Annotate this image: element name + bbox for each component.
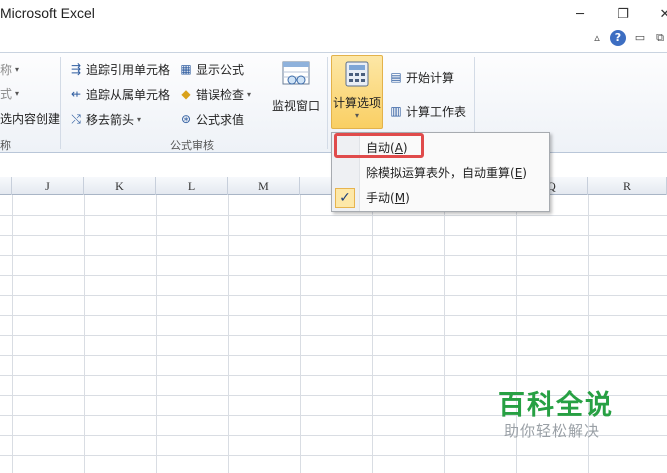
calculate-sheet-icon: ▥ bbox=[390, 104, 402, 118]
trace-dependents-label: 追踪从属单元格 bbox=[86, 87, 171, 102]
title-bar: Microsoft Excel ─ ❐ ✕ ▵ ? ▭ ⧉ bbox=[0, 0, 667, 52]
defined-name-label: 称 bbox=[0, 62, 13, 77]
trace-precedents-button[interactable]: ⇶ 追踪引用单元格 bbox=[68, 59, 170, 79]
group-divider bbox=[60, 57, 61, 149]
calculate-now-label: 开始计算 bbox=[406, 70, 455, 85]
show-formulas-icon: ▦ bbox=[180, 62, 192, 76]
restore-icon[interactable]: ❐ bbox=[614, 8, 632, 22]
trace-dependents-icon: ⇷ bbox=[70, 87, 82, 101]
grid-line bbox=[0, 215, 667, 216]
menu-item-manual[interactable]: ✓ 手动(M) bbox=[332, 186, 549, 210]
calculate-now-button[interactable]: ▤ 开始计算 bbox=[388, 67, 454, 87]
chevron-down-icon: ▾ bbox=[247, 89, 252, 99]
calculate-now-icon: ▤ bbox=[390, 70, 402, 84]
use-in-formula-label: 式 bbox=[0, 86, 13, 101]
menu-item-manual-accel: (M) bbox=[390, 191, 410, 205]
help-icon[interactable]: ? bbox=[610, 30, 626, 46]
menu-item-automatic-except-tables[interactable]: 除模拟运算表外，自动重算(E) bbox=[332, 161, 549, 185]
show-formulas-label: 显示公式 bbox=[196, 62, 245, 77]
calculate-sheet-button[interactable]: ▥ 计算工作表 bbox=[388, 101, 466, 121]
error-checking-button[interactable]: ◆ 错误检查 ▾ bbox=[178, 84, 251, 104]
doc-minimize-icon[interactable]: ▭ bbox=[632, 30, 648, 46]
watch-window-label: 监视窗口 bbox=[271, 99, 320, 113]
menu-item-auto-except-accel: (E) bbox=[510, 166, 527, 180]
grid-line bbox=[12, 195, 13, 473]
highlight-box bbox=[334, 133, 424, 158]
grid-line bbox=[0, 255, 667, 256]
calculation-options-label: 计算选项 bbox=[332, 96, 381, 110]
grid-line bbox=[0, 335, 667, 336]
evaluate-formula-label: 公式求值 bbox=[196, 112, 245, 127]
error-checking-icon: ◆ bbox=[181, 87, 191, 101]
grid-line bbox=[0, 375, 667, 376]
defined-names-group-label: 称 bbox=[0, 139, 11, 152]
checkmark-icon: ✓ bbox=[335, 188, 355, 208]
grid-line bbox=[228, 195, 229, 473]
grid-line bbox=[372, 195, 373, 473]
grid-line bbox=[0, 315, 667, 316]
watch-window-button[interactable]: 监视窗口 bbox=[270, 59, 322, 114]
column-header[interactable]: L bbox=[156, 177, 228, 195]
chevron-down-icon: ▾ bbox=[354, 111, 359, 120]
grid-line bbox=[0, 235, 667, 236]
evaluate-formula-button[interactable]: ⊛ 公式求值 bbox=[178, 109, 244, 129]
column-header-partial[interactable] bbox=[0, 177, 12, 195]
use-in-formula-item[interactable]: 式 ▾ bbox=[0, 83, 19, 103]
error-checking-label: 错误检查 bbox=[196, 87, 245, 102]
create-from-selection-item[interactable]: 选内容创建 bbox=[0, 108, 60, 128]
trace-dependents-button[interactable]: ⇷ 追踪从属单元格 bbox=[68, 84, 170, 104]
trace-precedents-label: 追踪引用单元格 bbox=[86, 62, 171, 77]
remove-arrows-icon: ⤭ bbox=[71, 112, 81, 126]
remove-arrows-button[interactable]: ⤭ 移去箭头 ▾ bbox=[68, 109, 141, 129]
show-formulas-button[interactable]: ▦ 显示公式 bbox=[178, 59, 244, 79]
trace-precedents-icon: ⇶ bbox=[70, 62, 82, 76]
grid-line bbox=[0, 355, 667, 356]
minimize-icon[interactable]: ─ bbox=[571, 8, 589, 22]
watermark-tagline: 助你轻松解决 bbox=[504, 422, 601, 440]
grid-line bbox=[300, 195, 301, 473]
chevron-down-icon: ▾ bbox=[137, 114, 142, 124]
ribbon-minimize-icon[interactable]: ▵ bbox=[589, 30, 605, 46]
calculate-sheet-label: 计算工作表 bbox=[406, 104, 467, 119]
chevron-down-icon: ▾ bbox=[15, 64, 20, 74]
menu-item-manual-label: 手动 bbox=[366, 191, 391, 205]
menu-item-auto-except-label: 除模拟运算表外，自动重算 bbox=[366, 166, 511, 180]
doc-restore-icon[interactable]: ⧉ bbox=[652, 30, 667, 46]
column-header[interactable]: M bbox=[228, 177, 300, 195]
grid-line bbox=[444, 195, 445, 473]
column-header[interactable]: R bbox=[588, 177, 667, 195]
close-icon[interactable]: ✕ bbox=[656, 8, 667, 22]
grid-line bbox=[0, 455, 667, 456]
grid-line bbox=[0, 275, 667, 276]
group-divider bbox=[327, 57, 328, 149]
defined-name-item[interactable]: 称 ▾ bbox=[0, 59, 19, 79]
grid-line bbox=[0, 295, 667, 296]
watermark-logo-text: 百科全说 bbox=[498, 390, 614, 421]
grid-line bbox=[156, 195, 157, 473]
create-from-selection-label: 选内容创建 bbox=[0, 111, 61, 126]
formula-auditing-group-label: 公式审核 bbox=[170, 139, 214, 152]
watch-window-icon bbox=[282, 61, 310, 85]
window-title: Microsoft Excel bbox=[0, 5, 95, 21]
chevron-down-icon: ▾ bbox=[15, 88, 20, 98]
evaluate-formula-icon: ⊛ bbox=[180, 112, 192, 126]
column-header[interactable]: K bbox=[84, 177, 156, 195]
calculator-icon bbox=[345, 61, 369, 87]
column-header[interactable]: J bbox=[12, 177, 84, 195]
calculation-options-button[interactable]: 计算选项 ▾ bbox=[331, 55, 383, 129]
remove-arrows-label: 移去箭头 bbox=[86, 112, 135, 127]
grid-line bbox=[84, 195, 85, 473]
